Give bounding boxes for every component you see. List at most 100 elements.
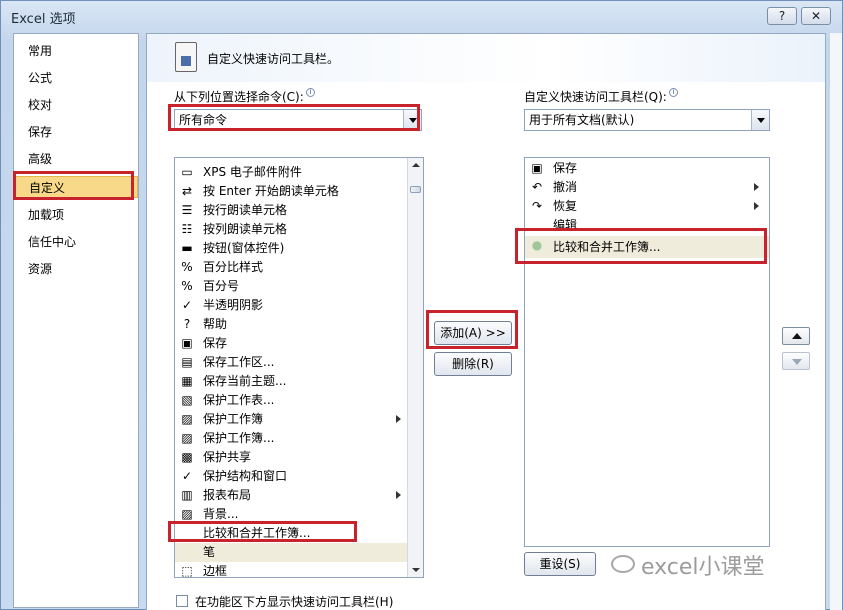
list-item[interactable]: ▦ 保存当前主题...: [175, 372, 407, 391]
command-icon: ▨: [181, 507, 193, 521]
wechat-icon: [611, 555, 635, 573]
move-down-button[interactable]: [782, 352, 810, 370]
list-item-label: 百分比样式: [203, 260, 264, 274]
list-item[interactable]: ☷ 按列朗读单元格: [175, 220, 407, 239]
command-icon: ✓: [181, 469, 193, 483]
list-item[interactable]: ▨ 保护工作簿: [175, 410, 407, 429]
list-item[interactable]: 笔: [175, 543, 407, 562]
remove-button[interactable]: 删除(R): [434, 352, 512, 376]
list-item-label: 按 Enter 开始朗读单元格: [203, 184, 339, 198]
watermark: excel小课堂: [641, 555, 765, 580]
list-item[interactable]: ▤ 保存工作区...: [175, 353, 407, 372]
customize-toolbar-combo[interactable]: 用于所有文档(默认): [524, 109, 770, 131]
chevron-down-icon[interactable]: [751, 110, 769, 130]
info-icon: i: [668, 88, 678, 97]
list-item-label: 百分号: [203, 279, 240, 293]
quick-access-toolbar-list[interactable]: ▣ 保存 ↶ 撤消 ↷ 恢复 编辑 ● 比较和合并工作簿...: [524, 157, 770, 547]
quick-access-toolbar-icon: [175, 42, 197, 72]
sidebar: 常用 公式 校对 保存 高级 自定义 加载项 信任中心 资源: [13, 33, 139, 608]
command-icon: ▤: [181, 355, 193, 369]
sidebar-item-save[interactable]: 保存: [14, 121, 138, 143]
command-icon: ▦: [181, 374, 193, 388]
list-item[interactable]: ⇄ 按 Enter 开始朗读单元格: [175, 182, 407, 201]
sidebar-item-formulas[interactable]: 公式: [14, 67, 138, 89]
annotation-highlight: [426, 310, 518, 349]
command-icon: ▬: [181, 241, 193, 255]
window-title: Excel 选项: [11, 12, 76, 27]
submenu-arrow-icon: [396, 415, 401, 423]
list-item-label: 报表布局: [203, 488, 252, 502]
list-item[interactable]: ↷ 恢复: [525, 197, 769, 216]
scroll-up-icon[interactable]: [409, 159, 422, 172]
command-icon: [179, 545, 195, 560]
list-item-label: XPS 电子邮件附件: [203, 165, 302, 179]
excel-options-dialog: Excel 选项 ? ✕ 常用 公式 校对 保存 高级 自定义 加载项 信任中心…: [0, 0, 843, 610]
choose-commands-label-text: 从下列位置选择命令(C):: [174, 90, 304, 104]
command-icon: ▭: [181, 165, 193, 179]
list-item-label: 保存工作区...: [203, 355, 275, 369]
list-item-label: 笔: [203, 545, 216, 559]
command-icon: ☰: [181, 203, 193, 217]
list-item-label: 保护工作簿...: [203, 431, 275, 445]
list-item[interactable]: ▬ 按钮(窗体控件): [175, 239, 407, 258]
close-button[interactable]: ✕: [801, 7, 831, 25]
list-item[interactable]: ▨ 保护工作簿...: [175, 429, 407, 448]
list-item[interactable]: ✓ 保护结构和窗口: [175, 467, 407, 486]
annotation-highlight: [515, 228, 767, 264]
sidebar-item-addins[interactable]: 加载项: [14, 204, 138, 226]
list-item[interactable]: ⬚ 边框: [175, 562, 407, 578]
show-below-ribbon-checkbox[interactable]: [176, 595, 188, 607]
move-up-button[interactable]: [782, 327, 810, 345]
list-item-label: 保护工作簿: [203, 412, 264, 426]
command-icon: ✓: [181, 298, 193, 312]
list-item[interactable]: ✓ 半透明阴影: [175, 296, 407, 315]
list-item[interactable]: ▧ 保护工作表...: [175, 391, 407, 410]
command-icon: ↶: [531, 180, 543, 194]
command-icon: %: [181, 260, 193, 274]
command-icon: ⇄: [181, 184, 193, 198]
command-icon: ▣: [181, 336, 193, 350]
list-item[interactable]: ▩ 保护共享: [175, 448, 407, 467]
command-icon: %: [181, 279, 193, 293]
sidebar-item-proofing[interactable]: 校对: [14, 94, 138, 116]
list-item[interactable]: ▭ XPS 电子邮件附件: [175, 163, 407, 182]
list-item[interactable]: % 百分比样式: [175, 258, 407, 277]
list-item[interactable]: ▣ 保存: [175, 334, 407, 353]
list-item-label: 保存: [553, 161, 578, 175]
customize-toolbar-combo-value: 用于所有文档(默认): [529, 113, 635, 127]
dialog-right-edge: [830, 33, 842, 610]
command-icon: ▨: [181, 431, 193, 445]
list-item-label: 恢复: [553, 199, 578, 213]
scroll-thumb[interactable]: [410, 186, 421, 193]
list-item-label: 按列朗读单元格: [203, 222, 288, 236]
commands-list[interactable]: ▭ XPS 电子邮件附件 ⇄ 按 Enter 开始朗读单元格 ☰ 按行朗读单元格 ☷ 按列朗读…: [174, 157, 424, 578]
list-item[interactable]: ↶ 撤消: [525, 178, 769, 197]
submenu-arrow-icon: [754, 183, 759, 191]
sidebar-item-trust-center[interactable]: 信任中心: [14, 231, 138, 253]
sidebar-item-resources[interactable]: 资源: [14, 258, 138, 280]
list-item-label: 保护结构和窗口: [203, 469, 288, 483]
list-item[interactable]: ? 帮助: [175, 315, 407, 334]
sidebar-item-advanced[interactable]: 高级: [14, 148, 138, 170]
annotation-highlight: [13, 171, 134, 200]
list-item[interactable]: ☰ 按行朗读单元格: [175, 201, 407, 220]
page-title: 自定义快速访问工具栏。: [207, 52, 340, 66]
reset-button[interactable]: 重设(S): [524, 552, 596, 576]
list-item-label: 撤消: [553, 180, 578, 194]
customize-toolbar-label-text: 自定义快速访问工具栏(Q):: [524, 90, 667, 104]
scroll-down-icon[interactable]: [409, 563, 422, 576]
list-item[interactable]: ▥ 报表布局: [175, 486, 407, 505]
title-bar: Excel 选项 ? ✕: [1, 1, 842, 31]
command-icon: ?: [183, 317, 191, 331]
help-button[interactable]: ?: [767, 7, 797, 25]
sidebar-item-common[interactable]: 常用: [14, 40, 138, 62]
list-item[interactable]: % 百分号: [175, 277, 407, 296]
list-item-label: 边框: [203, 564, 228, 578]
list-item-label: 半透明阴影: [203, 298, 264, 312]
list-item[interactable]: ▣ 保存: [525, 159, 769, 178]
command-icon: ▧: [181, 393, 193, 407]
command-icon: ☷: [181, 222, 193, 236]
choose-commands-label: 从下列位置选择命令(C): i: [174, 88, 315, 105]
info-icon: i: [305, 88, 315, 97]
commands-scrollbar[interactable]: [407, 158, 423, 577]
